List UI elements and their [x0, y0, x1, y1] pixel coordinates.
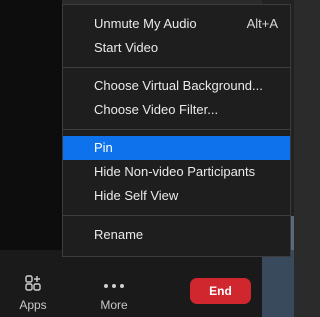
more-dots-icon — [103, 276, 125, 294]
menu-item-label: Pin — [94, 140, 113, 155]
menu-item-start-video[interactable]: Start Video — [63, 36, 290, 60]
menu-item-rename[interactable]: Rename — [63, 223, 290, 247]
menu-item-unmute-audio[interactable]: Unmute My Audio Alt+A — [63, 12, 290, 36]
participant-thumbnail — [262, 250, 294, 317]
menu-item-pin[interactable]: Pin — [63, 136, 290, 160]
apps-button[interactable]: Apps — [3, 250, 63, 317]
menu-item-label: Unmute My Audio — [94, 16, 197, 31]
menu-separator — [63, 215, 290, 216]
menu-item-label: Rename — [94, 227, 144, 242]
menu-item-hide-self-view[interactable]: Hide Self View — [63, 184, 290, 208]
apps-icon — [24, 274, 42, 297]
menu-item-virtual-background[interactable]: Choose Virtual Background... — [63, 74, 290, 98]
menu-separator — [63, 67, 290, 68]
menu-item-hide-non-video[interactable]: Hide Non-video Participants — [63, 160, 290, 184]
menu-item-video-filter[interactable]: Choose Video Filter... — [63, 98, 290, 122]
menu-item-label: Hide Non-video Participants — [94, 164, 256, 179]
end-meeting-button[interactable]: End — [190, 278, 251, 304]
more-label: More — [100, 298, 128, 312]
menu-separator — [63, 129, 290, 130]
participant-context-menu: Unmute My Audio Alt+A Start Video Choose… — [62, 4, 291, 257]
apps-label: Apps — [19, 298, 47, 312]
menu-item-label: Choose Virtual Background... — [94, 78, 263, 93]
menu-item-label: Hide Self View — [94, 188, 179, 203]
menu-item-shortcut: Alt+A — [246, 16, 278, 31]
video-area-left — [0, 0, 62, 250]
more-button[interactable]: More — [84, 250, 144, 317]
menu-item-label: Choose Video Filter... — [94, 102, 219, 117]
menu-item-label: Start Video — [94, 40, 159, 55]
